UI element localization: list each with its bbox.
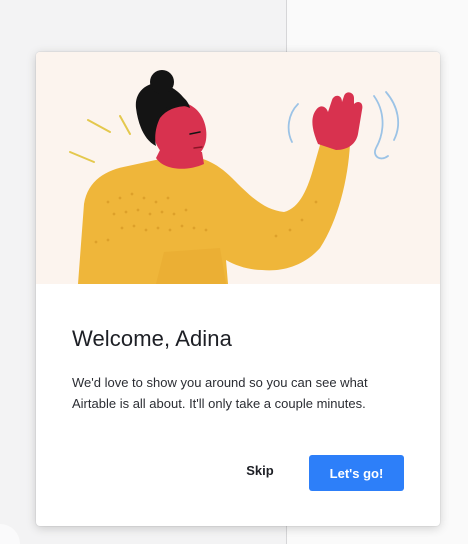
waving-person-illustration	[69, 70, 400, 284]
modal-title: Welcome, Adina	[72, 326, 232, 351]
excitement-lines	[69, 115, 131, 163]
mouth	[193, 146, 203, 149]
welcome-illustration	[36, 52, 440, 284]
modal-body: Welcome, Adina We'd love to show you aro…	[36, 284, 440, 526]
welcome-modal: Welcome, Adina We'd love to show you aro…	[36, 52, 440, 526]
waving-hand	[312, 92, 363, 150]
hair-bun	[150, 70, 174, 94]
skip-button[interactable]: Skip	[230, 452, 290, 488]
lets-go-button[interactable]: Let's go!	[309, 455, 404, 491]
modal-description: We'd love to show you around so you can …	[72, 375, 368, 411]
sweater-shade	[156, 248, 226, 284]
